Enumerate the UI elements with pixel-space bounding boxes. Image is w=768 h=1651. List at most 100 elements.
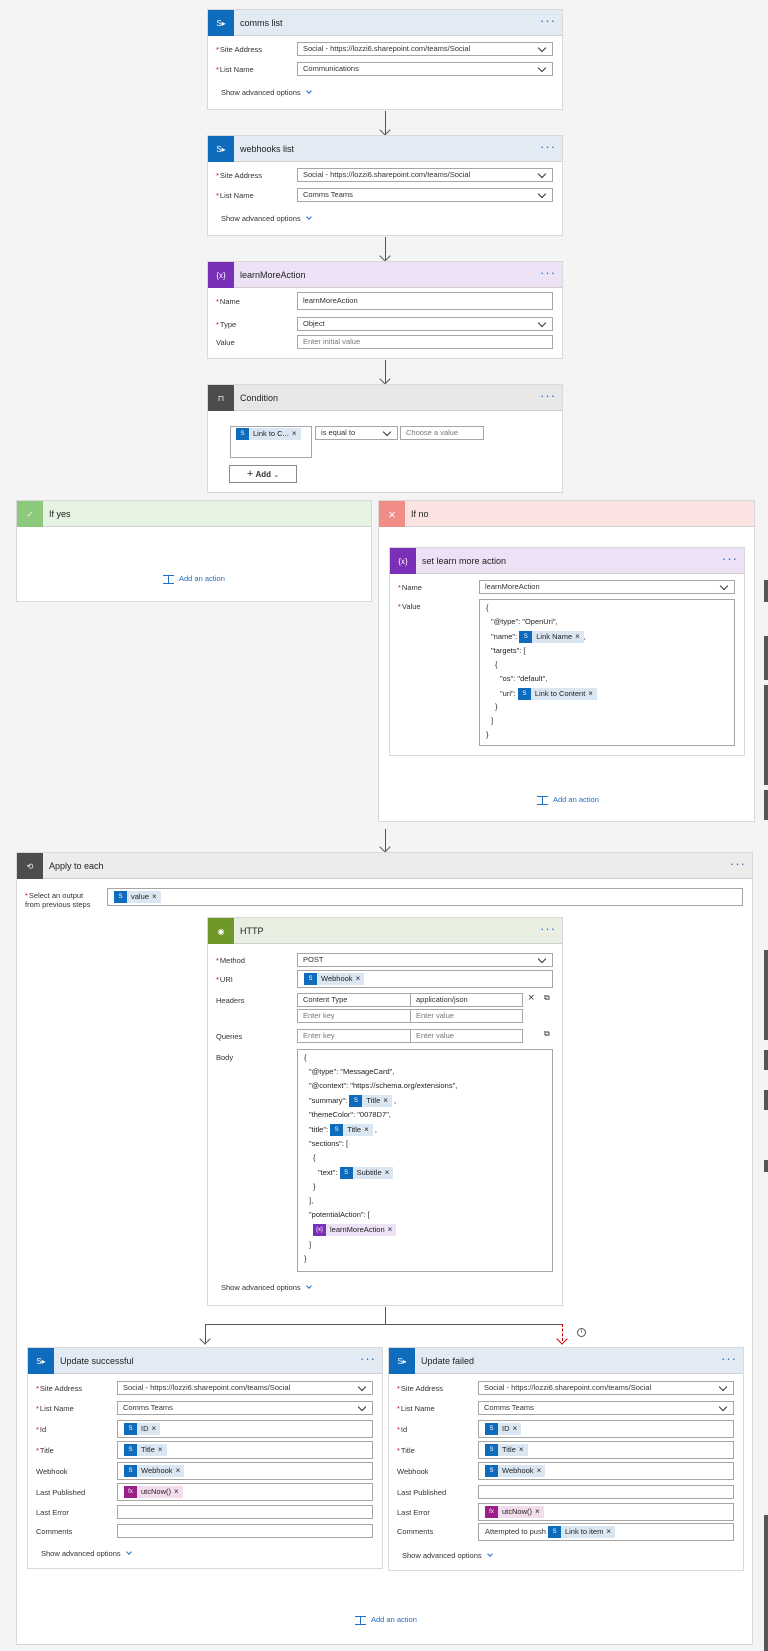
if-no-header[interactable]: × If no	[379, 501, 754, 527]
close-icon[interactable]: ×	[152, 1424, 157, 1433]
close-icon[interactable]: ×	[513, 1424, 518, 1433]
last-error-input[interactable]	[117, 1505, 373, 1519]
expression-token[interactable]: fx utcNow() ×	[485, 1506, 544, 1518]
close-icon[interactable]: ×	[519, 1445, 524, 1454]
name-dropdown[interactable]: learnMoreAction	[479, 580, 735, 594]
scrollbar[interactable]	[764, 1090, 768, 1110]
site-address-dropdown[interactable]: Social - https://lozzi6.sharepoint.com/t…	[478, 1381, 734, 1395]
apply-to-each-header[interactable]: ⟲ Apply to each ···	[17, 853, 752, 879]
add-action-link[interactable]: Add an action	[537, 795, 599, 805]
last-published-input[interactable]: fx utcNow() ×	[117, 1483, 373, 1501]
scrollbar[interactable]	[764, 1160, 768, 1172]
dynamic-token[interactable]: S Link to C... ×	[236, 428, 301, 440]
uri-input[interactable]: S Webhook ×	[297, 970, 553, 988]
id-input[interactable]: S ID ×	[478, 1420, 734, 1438]
switch-to-text-icon[interactable]: ⧉	[544, 1029, 550, 1039]
more-options-icon[interactable]: ···	[540, 918, 556, 940]
close-icon[interactable]: ×	[606, 1527, 611, 1536]
delete-row-icon[interactable]: ×	[528, 992, 534, 1004]
close-icon[interactable]: ×	[535, 1507, 540, 1516]
webhook-input[interactable]: S Webhook ×	[478, 1462, 734, 1480]
dynamic-token[interactable]: S Webhook ×	[485, 1465, 546, 1477]
dynamic-token[interactable]: S ID ×	[485, 1423, 522, 1435]
list-name-dropdown[interactable]: Comms Teams	[117, 1401, 373, 1415]
webhook-input[interactable]: S Webhook ×	[117, 1462, 373, 1480]
scrollbar[interactable]	[764, 790, 768, 820]
dynamic-token[interactable]: Svalue ×	[114, 891, 161, 903]
show-advanced-options[interactable]: Show advanced options	[221, 88, 312, 97]
scrollbar[interactable]	[764, 1050, 768, 1070]
close-icon[interactable]: ×	[383, 1096, 388, 1105]
close-icon[interactable]: ×	[174, 1487, 179, 1496]
close-icon[interactable]: ×	[537, 1466, 542, 1475]
scrollbar[interactable]	[764, 1515, 768, 1651]
dynamic-token[interactable]: S Subtitle ×	[339, 1167, 394, 1179]
site-address-dropdown[interactable]: Social - https://lozzi6.sharepoint.com/t…	[297, 42, 553, 56]
info-icon[interactable]: i	[577, 1328, 586, 1337]
method-dropdown[interactable]: POST	[297, 953, 553, 967]
last-error-input[interactable]: fx utcNow() ×	[478, 1503, 734, 1521]
choose-value-input[interactable]: Choose a value	[400, 426, 484, 440]
add-action-link[interactable]: Add an action	[163, 574, 225, 584]
more-options-icon[interactable]: ···	[722, 548, 738, 570]
site-address-dropdown[interactable]: Social - https://lozzi6.sharepoint.com/t…	[297, 168, 553, 182]
show-advanced-options[interactable]: Show advanced options	[221, 1283, 312, 1292]
update-failed-header[interactable]: S▸ Update failed ···	[389, 1348, 743, 1374]
show-advanced-options[interactable]: Show advanced options	[41, 1549, 132, 1558]
dynamic-token[interactable]: S Webhook ×	[304, 973, 365, 985]
add-action-link[interactable]: Add an action	[355, 1615, 417, 1625]
dynamic-token[interactable]: S Title ×	[485, 1444, 528, 1456]
more-options-icon[interactable]: ···	[721, 1348, 737, 1370]
name-input[interactable]: learnMoreAction	[297, 292, 553, 310]
dynamic-token[interactable]: S Link to item ×	[547, 1526, 615, 1539]
set-learn-more-action-header[interactable]: {x} set learn more action ···	[390, 548, 744, 574]
close-icon[interactable]: ×	[588, 689, 593, 698]
more-options-icon[interactable]: ···	[540, 385, 556, 407]
more-options-icon[interactable]: ···	[540, 262, 556, 284]
scrollbar[interactable]	[764, 950, 768, 1040]
site-address-dropdown[interactable]: Social - https://lozzi6.sharepoint.com/t…	[117, 1381, 373, 1395]
title-input[interactable]: S Title ×	[478, 1441, 734, 1459]
select-output-input[interactable]: Svalue ×	[107, 888, 743, 906]
show-advanced-options[interactable]: Show advanced options	[221, 214, 312, 223]
dynamic-token[interactable]: S Link Name ×	[519, 631, 584, 643]
close-icon[interactable]: ×	[364, 1125, 369, 1134]
dynamic-token[interactable]: {x} learnMoreAction ×	[313, 1224, 397, 1236]
scrollbar[interactable]	[764, 580, 768, 602]
query-value-input[interactable]: Enter value	[410, 1029, 523, 1043]
comments-input[interactable]: Attempted to push S Link to item ×	[478, 1523, 734, 1541]
close-icon[interactable]: ×	[575, 632, 580, 641]
dynamic-token[interactable]: S ID ×	[124, 1423, 161, 1435]
header-key-input[interactable]: Enter key	[297, 1009, 411, 1023]
header-value-input[interactable]: application/json	[410, 993, 523, 1007]
webhooks-list-header[interactable]: S▸ webhooks list ···	[208, 136, 562, 162]
close-icon[interactable]: ×	[292, 429, 297, 438]
query-key-input[interactable]: Enter key	[297, 1029, 411, 1043]
close-icon[interactable]: ×	[152, 892, 157, 901]
dynamic-token[interactable]: S Link to Content ×	[517, 688, 597, 700]
id-input[interactable]: S ID ×	[117, 1420, 373, 1438]
type-dropdown[interactable]: Object	[297, 317, 553, 331]
dynamic-token[interactable]: S Title ×	[124, 1444, 167, 1456]
dynamic-token[interactable]: S Title ×	[349, 1095, 392, 1107]
condition-header[interactable]: ⊓ Condition ···	[208, 385, 562, 411]
scrollbar[interactable]	[764, 685, 768, 785]
close-icon[interactable]: ×	[176, 1466, 181, 1475]
more-options-icon[interactable]: ···	[360, 1348, 376, 1370]
learn-more-action-header[interactable]: {x} learnMoreAction ···	[208, 262, 562, 288]
list-name-dropdown[interactable]: Comms Teams	[297, 188, 553, 202]
value-editor[interactable]: { "@type": "OpenUri", "name": S Link Name…	[479, 599, 735, 746]
scrollbar[interactable]	[764, 636, 768, 680]
if-yes-header[interactable]: ✓ If yes	[17, 501, 371, 527]
operator-dropdown[interactable]: is equal to	[315, 426, 398, 440]
close-icon[interactable]: ×	[356, 974, 361, 983]
add-button[interactable]: + Add ⌄	[229, 465, 297, 483]
more-options-icon[interactable]: ···	[540, 10, 556, 32]
switch-to-text-icon[interactable]: ⧉	[544, 993, 550, 1003]
dynamic-token[interactable]: S Title ×	[330, 1124, 373, 1136]
expression-token[interactable]: fx utcNow() ×	[124, 1486, 183, 1498]
list-name-dropdown[interactable]: Communications	[297, 62, 553, 76]
header-key-input[interactable]: Content Type	[297, 993, 411, 1007]
close-icon[interactable]: ×	[385, 1168, 390, 1177]
condition-left-operand[interactable]: S Link to C... ×	[230, 426, 312, 458]
